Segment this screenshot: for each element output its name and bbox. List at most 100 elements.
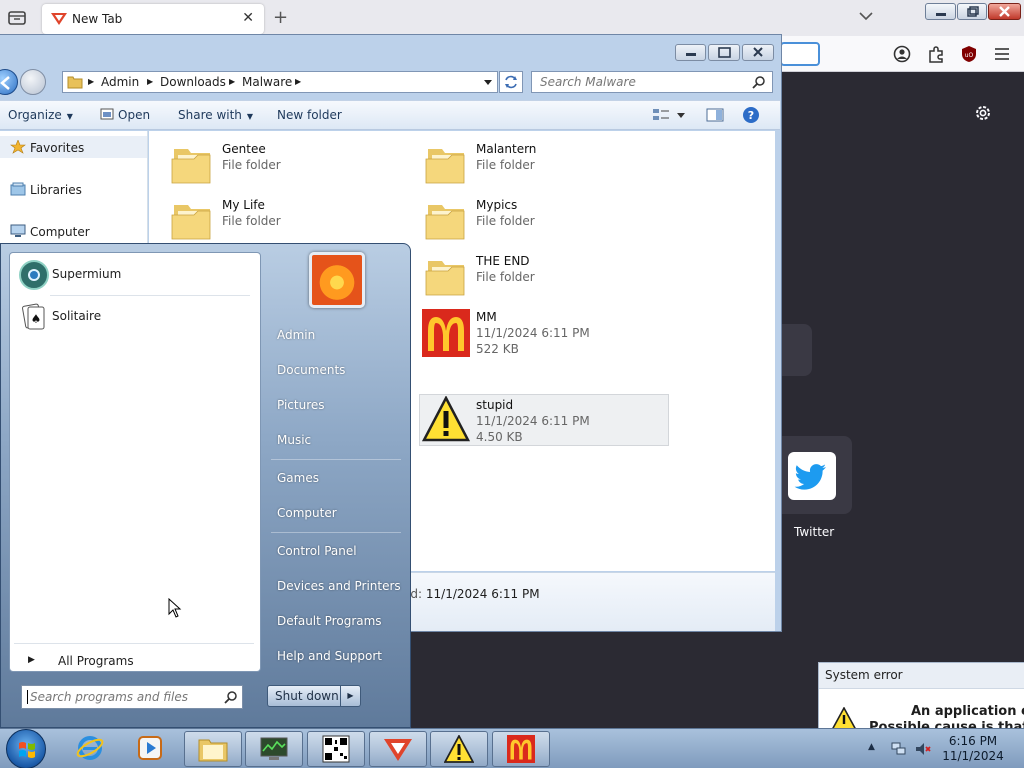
- start-link-computer[interactable]: Computer: [277, 506, 337, 520]
- file-item-the-end[interactable]: THE END File folder: [420, 251, 668, 303]
- divider: [271, 532, 401, 533]
- shutdown-options-button[interactable]: ▶: [341, 685, 361, 707]
- refresh-button[interactable]: [499, 71, 523, 93]
- program-solitaire[interactable]: ♠ Solitaire: [16, 299, 256, 335]
- network-icon[interactable]: [890, 741, 908, 757]
- ublock-origin-icon[interactable]: uO: [959, 44, 979, 64]
- search-placeholder: Search programs and files: [30, 690, 188, 704]
- breadcrumb-downloads[interactable]: Downloads: [160, 75, 226, 89]
- view-options-icon[interactable]: [651, 106, 671, 124]
- share-with-button[interactable]: Share with ▼: [178, 108, 253, 122]
- menu-icon[interactable]: [992, 44, 1012, 64]
- start-link-admin[interactable]: Admin: [277, 328, 315, 342]
- start-search-input[interactable]: Search programs and files: [21, 685, 243, 709]
- program-supermium[interactable]: Supermium: [16, 257, 256, 293]
- file-name: My Life: [222, 198, 265, 212]
- file-size: 4.50 KB: [476, 430, 523, 444]
- url-bar[interactable]: [780, 42, 820, 66]
- file-item-mm[interactable]: MM 11/1/2024 6:11 PM 522 KB: [420, 307, 668, 359]
- file-item-gentee[interactable]: Gentee File folder: [166, 139, 414, 191]
- folder-icon: [171, 149, 211, 184]
- browser-restore-button[interactable]: [957, 3, 987, 20]
- start-link-music[interactable]: Music: [277, 433, 311, 447]
- forward-button[interactable]: [20, 69, 46, 95]
- explorer-maximize-button[interactable]: [708, 44, 740, 61]
- file-name: MM: [476, 310, 497, 324]
- arrow-left-icon: [0, 76, 10, 90]
- tab-title: New Tab: [72, 12, 123, 26]
- folder-icon: [198, 739, 228, 762]
- nav-item-computer[interactable]: Computer: [10, 224, 90, 239]
- nav-label: Computer: [30, 225, 90, 239]
- divider: [271, 459, 401, 460]
- extensions-icon[interactable]: [926, 44, 946, 64]
- file-item-malantern[interactable]: Malantern File folder: [420, 139, 668, 191]
- browser-tab-new-tab[interactable]: New Tab ✕: [42, 4, 264, 34]
- twitter-shortcut-tile[interactable]: [782, 436, 852, 514]
- explorer-search-input[interactable]: Search Malware: [531, 71, 773, 93]
- file-item-stupid[interactable]: stupid 11/1/2024 6:11 PM 4.50 KB: [419, 394, 669, 446]
- user-avatar[interactable]: [309, 252, 365, 308]
- taskbar-mm-app[interactable]: [492, 731, 550, 767]
- chevron-down-icon[interactable]: [858, 10, 874, 22]
- taskbar-windows-explorer[interactable]: [184, 731, 242, 767]
- new-folder-button[interactable]: New folder: [277, 108, 342, 122]
- breadcrumb-separator: ▶: [295, 77, 302, 86]
- start-link-devices-and-printers[interactable]: Devices and Printers: [277, 579, 401, 593]
- system-error-dialog: System error An application err Possible…: [818, 662, 1024, 735]
- taskbar-warning-app[interactable]: [430, 731, 488, 767]
- taskbar-browser[interactable]: [369, 731, 427, 767]
- program-label: Supermium: [52, 267, 122, 281]
- file-item-my-life[interactable]: My Life File folder: [166, 195, 414, 247]
- list-all-tabs-icon[interactable]: [6, 8, 28, 28]
- explorer-close-button[interactable]: [742, 44, 774, 61]
- organize-button[interactable]: Organize ▼: [8, 108, 73, 122]
- back-button[interactable]: [0, 69, 18, 95]
- breadcrumb-malware[interactable]: Malware: [242, 75, 292, 89]
- command-bar: Organize ▼ Open Share with ▼ New folder ?: [0, 100, 780, 130]
- browser-close-button[interactable]: [988, 3, 1021, 20]
- browser-logo-icon: [384, 739, 412, 761]
- taskbar-task-manager[interactable]: [245, 731, 303, 767]
- file-item-mypics[interactable]: Mypics File folder: [420, 195, 668, 247]
- search-icon[interactable]: [224, 690, 238, 704]
- start-link-default-programs[interactable]: Default Programs: [277, 614, 382, 628]
- address-bar[interactable]: ▶ Admin ▶ Downloads ▶ Malware ▶: [62, 71, 498, 93]
- explorer-minimize-button[interactable]: [675, 44, 706, 61]
- start-link-pictures[interactable]: Pictures: [277, 398, 325, 412]
- tab-close-icon[interactable]: ✕: [242, 10, 254, 26]
- taskbar-media-player[interactable]: [134, 733, 166, 765]
- nav-item-libraries[interactable]: Libraries: [10, 182, 82, 197]
- preview-pane-icon[interactable]: [705, 106, 725, 124]
- account-icon[interactable]: [892, 44, 912, 64]
- supermium-icon: [19, 260, 49, 290]
- breadcrumb-admin[interactable]: Admin: [101, 75, 139, 89]
- file-type: File folder: [222, 214, 281, 228]
- gear-icon[interactable]: [972, 102, 994, 124]
- volume-muted-icon[interactable]: [914, 741, 932, 757]
- system-clock[interactable]: 6:16 PM 11/1/2024: [940, 734, 1006, 764]
- taskbar-qr-app[interactable]: [307, 731, 365, 767]
- start-link-games[interactable]: Games: [277, 471, 319, 485]
- search-icon[interactable]: [752, 75, 766, 89]
- shortcut-tile[interactable]: [782, 324, 812, 376]
- nav-item-favorites[interactable]: Favorites: [10, 140, 84, 155]
- start-button[interactable]: [6, 729, 46, 768]
- taskbar-internet-explorer[interactable]: [74, 733, 106, 765]
- chevron-down-icon[interactable]: [483, 79, 493, 87]
- all-programs-button[interactable]: ▶ All Programs: [18, 651, 254, 673]
- help-icon[interactable]: ?: [741, 106, 761, 124]
- new-tab-plus-icon[interactable]: +: [273, 7, 288, 28]
- folder-icon: [171, 205, 211, 240]
- open-button[interactable]: Open: [100, 108, 150, 122]
- caret-down-icon[interactable]: [675, 106, 687, 124]
- svg-text:uO: uO: [965, 52, 974, 59]
- file-type: File folder: [476, 214, 535, 228]
- start-link-control-panel[interactable]: Control Panel: [277, 544, 357, 558]
- show-hidden-icons-button[interactable]: ▲: [868, 742, 875, 752]
- start-link-documents[interactable]: Documents: [277, 363, 345, 377]
- browser-minimize-button[interactable]: [925, 3, 956, 20]
- shutdown-button[interactable]: Shut down: [267, 685, 341, 707]
- start-link-help-and-support[interactable]: Help and Support: [277, 649, 382, 663]
- taskbar: ▲ 6:16 PM 11/1/2024: [0, 728, 1024, 768]
